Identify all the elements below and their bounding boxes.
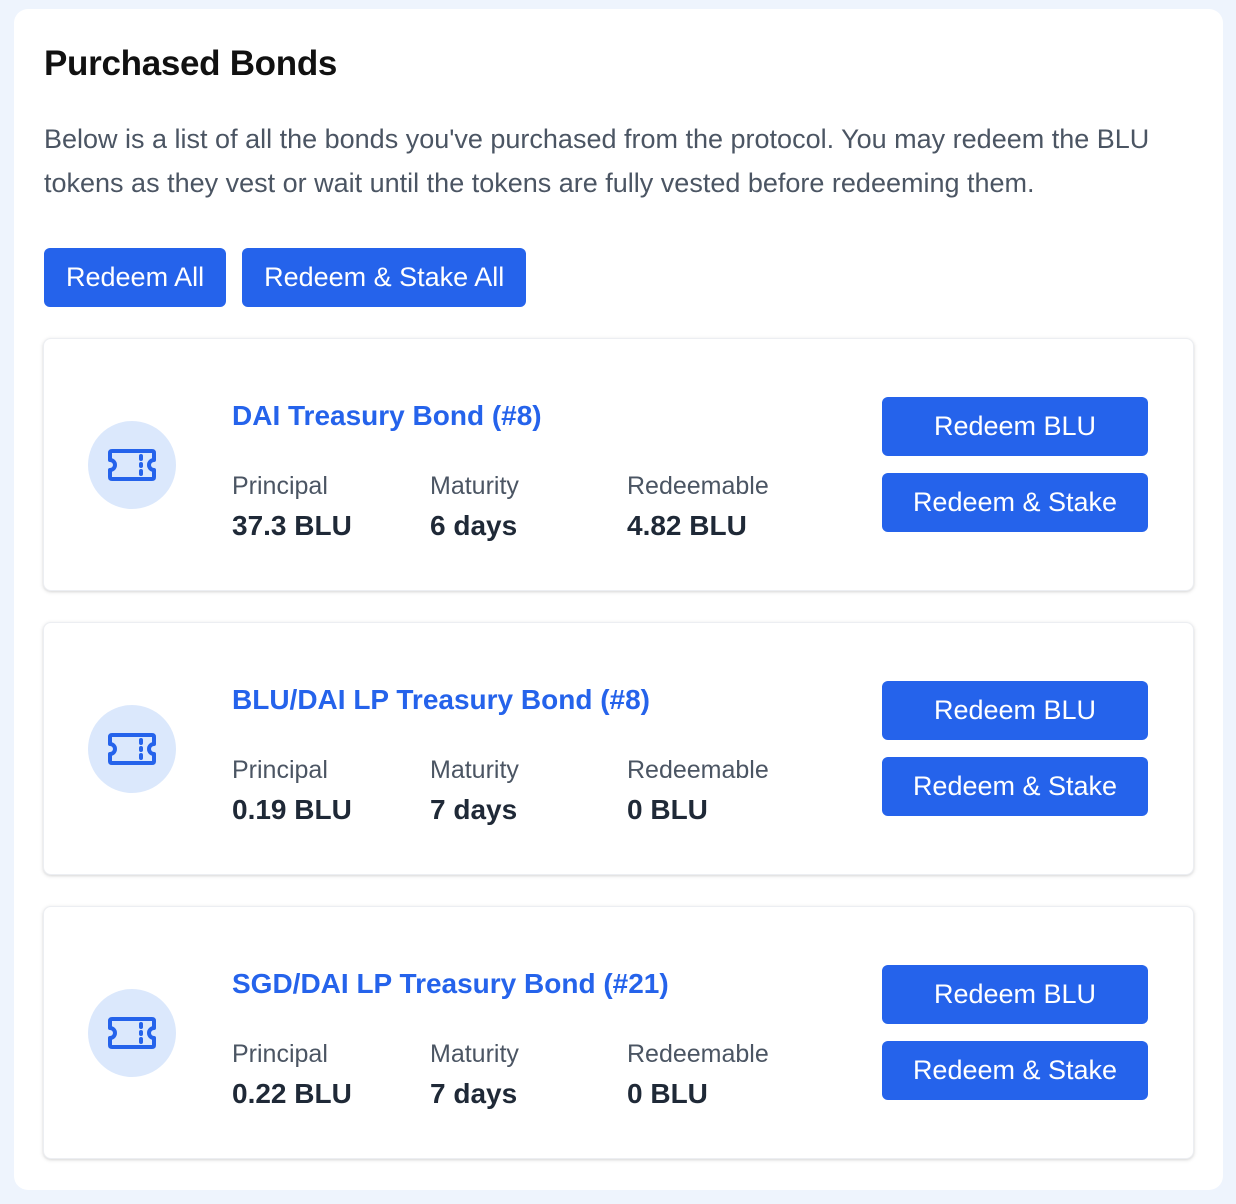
redeemable-stat: Redeemable 0 BLU [627,755,769,827]
redeem-stake-button[interactable]: Redeem & Stake [882,1041,1148,1100]
maturity-stat: Maturity 7 days [430,755,519,827]
redeem-blu-button[interactable]: Redeem BLU [882,397,1148,456]
maturity-stat: Maturity 7 days [430,1039,519,1111]
principal-label: Principal [232,756,328,784]
bond-actions: Redeem BLU Redeem & Stake [882,965,1148,1100]
redeem-stake-all-button[interactable]: Redeem & Stake All [242,248,527,307]
principal-stat: Principal 0.19 BLU [232,755,352,827]
redeemable-label: Redeemable [627,756,769,784]
redeem-blu-button[interactable]: Redeem BLU [882,681,1148,740]
page-title: Purchased Bonds [44,44,338,83]
page-description: Below is a list of all the bonds you've … [44,124,1150,198]
redeem-all-button[interactable]: Redeem All [44,248,227,307]
redeemable-stat: Redeemable 4.82 BLU [627,471,769,543]
redeemable-value: 4.82 BLU [627,510,747,541]
bulk-actions: Redeem All Redeem & Stake All [44,248,527,307]
principal-label: Principal [232,472,328,500]
bond-actions: Redeem BLU Redeem & Stake [882,397,1148,532]
principal-value: 0.19 BLU [232,794,352,825]
bond-actions: Redeem BLU Redeem & Stake [882,681,1148,816]
bond-card: DAI Treasury Bond (#8) Principal 37.3 BL… [43,338,1194,591]
redeemable-label: Redeemable [627,1040,769,1068]
principal-label: Principal [232,1040,328,1068]
principal-stat: Principal 0.22 BLU [232,1039,352,1111]
redeemable-label: Redeemable [627,472,769,500]
bond-list: DAI Treasury Bond (#8) Principal 37.3 BL… [43,338,1194,1190]
redeemable-stat: Redeemable 0 BLU [627,1039,769,1111]
ticket-icon [88,705,176,793]
maturity-label: Maturity [430,756,519,784]
principal-value: 37.3 BLU [232,510,352,541]
ticket-icon [88,989,176,1077]
maturity-value: 7 days [430,1078,518,1109]
maturity-label: Maturity [430,472,519,500]
bond-name-link[interactable]: DAI Treasury Bond (#8) [232,399,542,433]
maturity-stat: Maturity 6 days [430,471,519,543]
redeem-blu-button[interactable]: Redeem BLU [882,965,1148,1024]
redeem-stake-button[interactable]: Redeem & Stake [882,473,1148,532]
bond-name-link[interactable]: SGD/DAI LP Treasury Bond (#21) [232,967,669,1001]
bond-card: BLU/DAI LP Treasury Bond (#8) Principal … [43,622,1194,875]
ticket-icon [88,421,176,509]
redeemable-value: 0 BLU [627,794,708,825]
principal-value: 0.22 BLU [232,1078,352,1109]
maturity-value: 7 days [430,794,518,825]
redeemable-value: 0 BLU [627,1078,708,1109]
redeem-stake-button[interactable]: Redeem & Stake [882,757,1148,816]
purchased-bonds-panel: Purchased Bonds Below is a list of all t… [14,9,1223,1190]
maturity-value: 6 days [430,510,518,541]
principal-stat: Principal 37.3 BLU [232,471,352,543]
bond-name-link[interactable]: BLU/DAI LP Treasury Bond (#8) [232,683,650,717]
bond-card: SGD/DAI LP Treasury Bond (#21) Principal… [43,906,1194,1159]
maturity-label: Maturity [430,1040,519,1068]
